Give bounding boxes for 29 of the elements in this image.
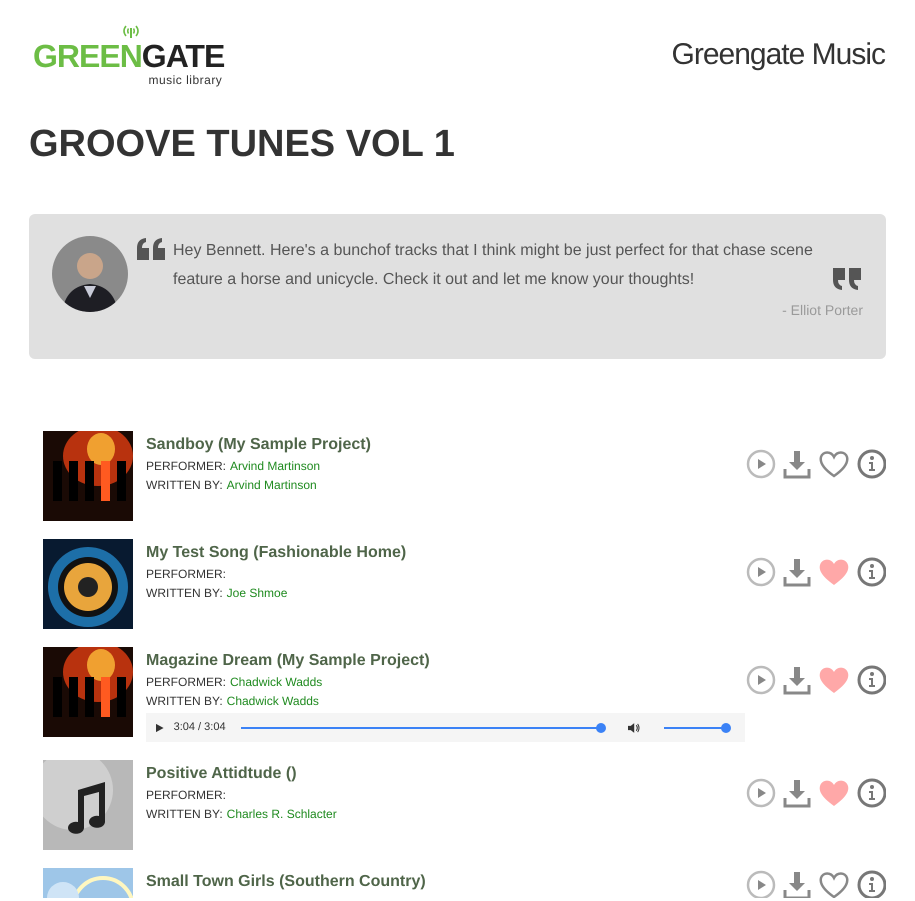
credit-label: WRITTEN BY: [146,585,223,602]
credit-label: PERFORMER: [146,674,226,691]
credit-label: PERFORMER: [146,458,226,475]
credit-name[interactable]: Chadwick Wadds [230,673,322,692]
logo[interactable]: GREENGATE music library [33,24,224,86]
time-display: 3:04 / 3:04 [174,720,226,736]
logo-text: GREEN [33,38,142,74]
credit-label: WRITTEN BY: [146,806,223,823]
logo-text: GATE [142,38,224,74]
track-title[interactable]: Magazine Dream (My Sample Project) [146,649,430,673]
credit-label: PERFORMER: [146,566,226,583]
site-name: Greengate Music [672,37,886,73]
credit-label: PERFORMER: [146,787,226,804]
quote-attribution: - Elliot Porter [782,301,863,320]
track-title[interactable]: Positive Attidtude () [146,762,337,786]
credit-name[interactable]: Joe Shmoe [226,584,288,603]
credit-label: WRITTEN BY: [146,693,223,710]
credit-label: WRITTEN BY: [146,477,223,494]
track-title[interactable]: My Test Song (Fashionable Home) [146,541,406,565]
credit-name[interactable]: Charles R. Schlacter [226,805,337,824]
page-title: GROOVE TUNES VOL 1 [29,122,455,166]
logo-tagline: music library [148,74,224,86]
audio-player[interactable]: 3:04 / 3:04 [146,713,745,742]
credit-name[interactable]: Arvind Martinson [230,457,320,476]
quote-text: Hey Bennett. Here's a bunchof tracks that I think might be just perfect for that chase scene feature a horse and unicycle. Check it out and let me know your thoughts! [173,241,814,290]
track-title[interactable]: Small Town Girls (Southern Country) [146,870,426,894]
track-title[interactable]: Sandboy (My Sample Project) [146,433,371,457]
credit-name[interactable]: Arvind Martinson [226,476,317,495]
credit-name[interactable]: Chadwick Wadds [226,692,319,711]
